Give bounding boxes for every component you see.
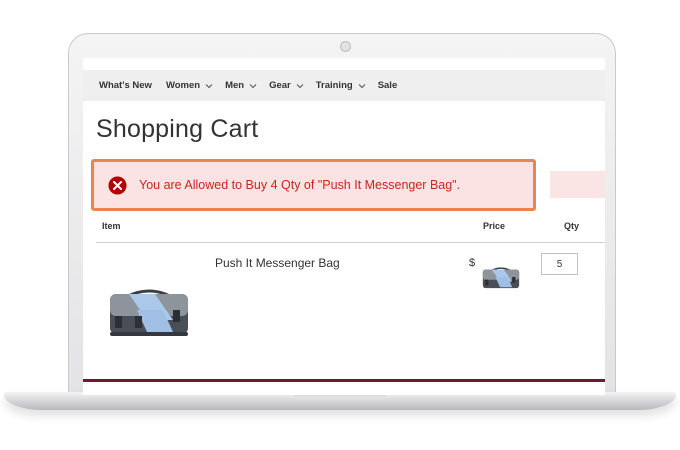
- accent-bar: [83, 379, 605, 382]
- nav-item-label: Training: [315, 80, 353, 91]
- column-header-item: Item: [102, 221, 121, 231]
- chevron-down-icon: [296, 83, 304, 88]
- main-nav: What's New Women Men Gear Training Sale: [83, 70, 605, 101]
- laptop-camera: [340, 41, 351, 52]
- summary-panel-edge: [550, 171, 605, 198]
- screen: What's New Women Men Gear Training Sale …: [83, 58, 605, 395]
- nav-item-whats-new[interactable]: What's New: [99, 80, 152, 91]
- error-message: You are Allowed to Buy 4 Qty of "Push It…: [91, 159, 536, 211]
- nav-item-training[interactable]: Training: [316, 80, 366, 91]
- chevron-down-icon: [205, 83, 213, 88]
- nav-item-label: Women: [165, 80, 201, 91]
- error-message-text: You are Allowed to Buy 4 Qty of "Push It…: [139, 178, 461, 192]
- nav-item-sale[interactable]: Sale: [378, 80, 398, 91]
- error-circle-icon: [108, 175, 127, 195]
- nav-item-label: Gear: [269, 80, 291, 91]
- column-header-price: Price: [483, 221, 506, 231]
- product-name-link[interactable]: Push It Messenger Bag: [215, 256, 340, 270]
- page-title: Shopping Cart: [96, 115, 259, 143]
- qty-input[interactable]: [541, 253, 578, 275]
- messenger-bag-image[interactable]: [107, 280, 191, 338]
- chevron-down-icon: [249, 83, 257, 88]
- nav-item-label: Men: [225, 80, 245, 91]
- nav-item-men[interactable]: Men: [225, 80, 257, 91]
- messenger-bag-image: [482, 267, 520, 289]
- nav-item-label: Sale: [377, 80, 398, 91]
- nav-item-gear[interactable]: Gear: [269, 80, 304, 91]
- item-price: $: [469, 257, 476, 269]
- column-header-qty: Qty: [564, 221, 580, 231]
- nav-item-women[interactable]: Women: [166, 80, 213, 91]
- chevron-down-icon: [358, 83, 366, 88]
- nav-item-label: What's New: [99, 80, 152, 91]
- table-divider: [96, 242, 605, 243]
